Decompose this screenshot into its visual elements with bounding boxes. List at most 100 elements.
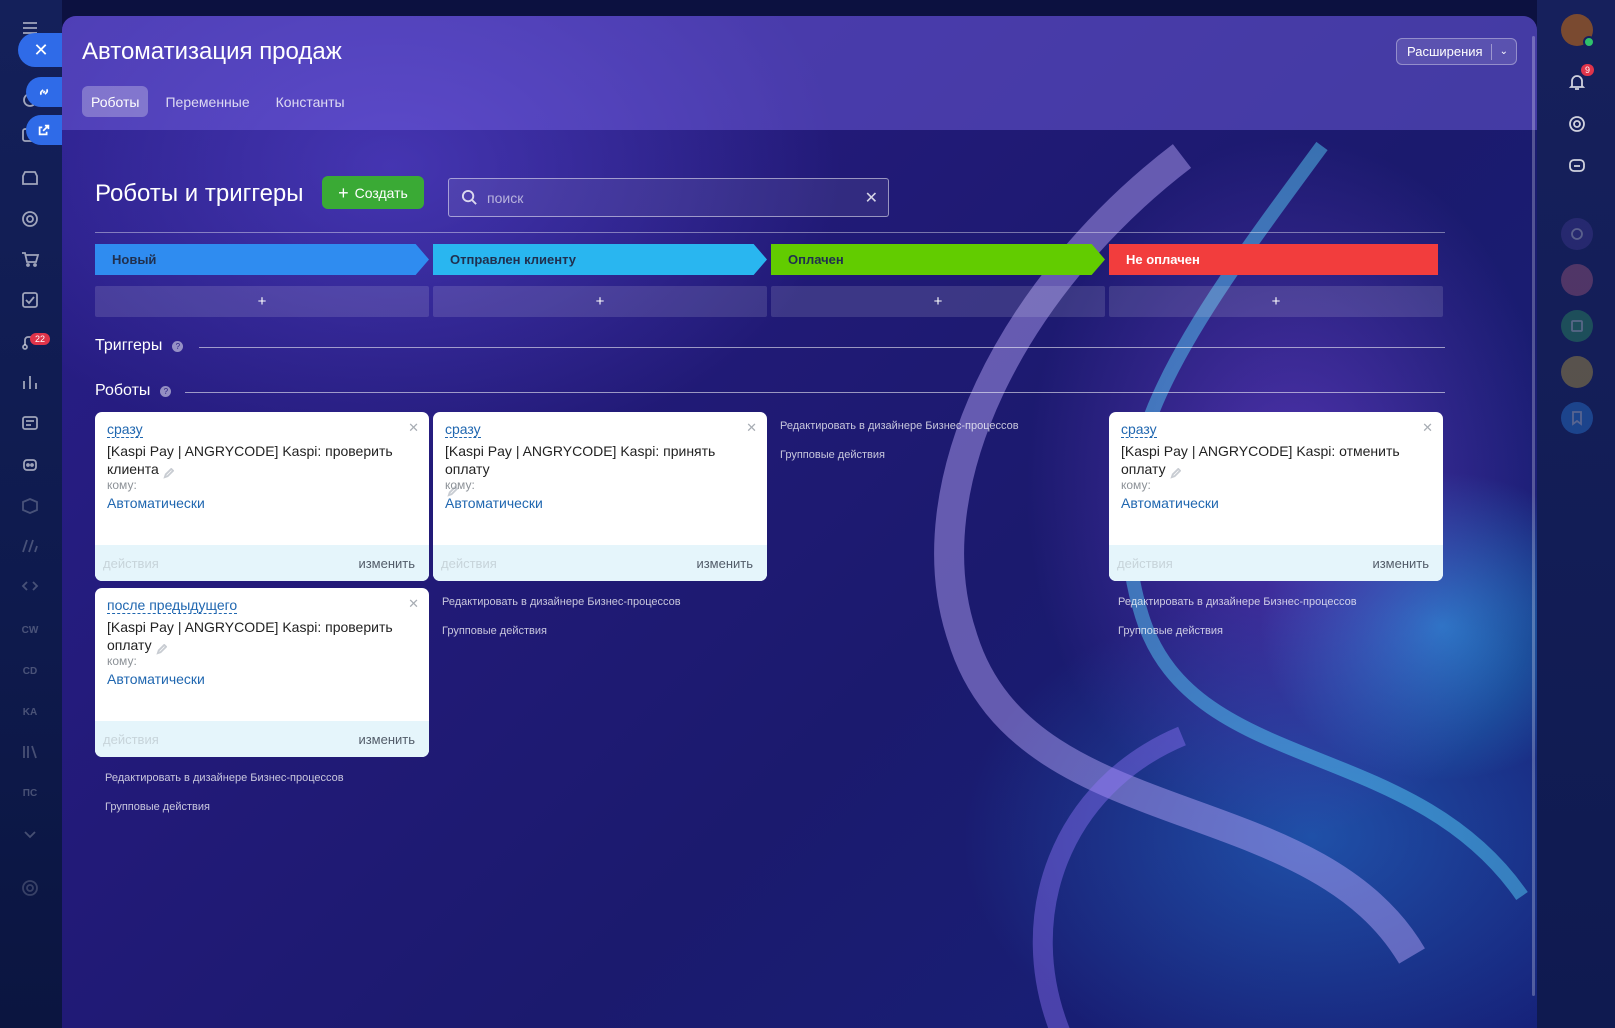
group-actions-link[interactable]: Групповые действия — [105, 801, 210, 813]
app-ka-icon[interactable]: KA — [18, 700, 42, 724]
divider — [199, 347, 1445, 348]
tasks-icon[interactable] — [18, 288, 42, 312]
create-button[interactable]: + Создать — [322, 176, 424, 209]
edit-in-designer-link[interactable]: Редактировать в дизайнере Бизнес-процесс… — [442, 596, 681, 608]
app-cw-icon[interactable]: CW — [18, 618, 42, 642]
pencil-icon[interactable] — [1169, 465, 1181, 479]
add-robot-button[interactable]: + — [771, 286, 1105, 317]
robot-card-footer: действия изменить — [95, 545, 429, 581]
recipient-value: Автоматически — [107, 671, 205, 687]
open-line-icon[interactable] — [1561, 218, 1593, 250]
recipient-label: кому: — [107, 654, 137, 668]
store-icon[interactable] — [18, 166, 42, 190]
recipient-value: Автоматически — [445, 495, 543, 511]
help-icon[interactable]: ? — [172, 340, 184, 352]
help-icon[interactable]: ? — [160, 385, 172, 397]
group-actions-link[interactable]: Групповые действия — [442, 625, 547, 637]
link-icon — [39, 88, 49, 96]
tab-variables[interactable]: Переменные — [156, 86, 258, 117]
robot-delay-link[interactable]: сразу — [107, 422, 143, 438]
user-avatar[interactable] — [1561, 14, 1595, 48]
add-robot-button[interactable]: + — [95, 286, 429, 317]
code-icon[interactable] — [18, 574, 42, 598]
bookmark-icon[interactable] — [1561, 402, 1593, 434]
open-new-window-button[interactable] — [26, 115, 62, 145]
robot-name-text: [Kaspi Pay | ANGRYCODE] Kaspi: проверить… — [107, 443, 393, 477]
left-app-rail: 22 CW CD KA ПС — [0, 0, 62, 1028]
robot-delay-link[interactable]: сразу — [445, 422, 481, 438]
panel-header: Автоматизация продаж Расширения ⌄ Роботы… — [62, 16, 1537, 130]
edit-in-designer-link[interactable]: Редактировать в дизайнере Бизнес-процесс… — [1118, 596, 1357, 608]
robot-actions-link[interactable]: действия — [1117, 556, 1173, 571]
robot-name: [Kaspi Pay | ANGRYCODE] Kaspi: проверить… — [107, 442, 423, 479]
robot-card[interactable]: сразу ✕ [Kaspi Pay | ANGRYCODE] Kaspi: п… — [433, 412, 767, 581]
library-icon[interactable] — [18, 740, 42, 764]
delete-robot-icon[interactable]: ✕ — [1422, 420, 1433, 436]
robot-delay-link[interactable]: после предыдущего — [107, 598, 238, 614]
robot-edit-link[interactable]: изменить — [1372, 556, 1429, 571]
delete-robot-icon[interactable]: ✕ — [408, 596, 419, 612]
robot-actions-link[interactable]: действия — [441, 556, 497, 571]
robot-card[interactable]: после предыдущего ✕ [Kaspi Pay | ANGRYCO… — [95, 588, 429, 757]
stage-sent-to-client: Отправлен клиенту — [433, 244, 767, 275]
triggers-label: Триггеры — [95, 337, 163, 354]
robots-label: Роботы — [95, 382, 151, 399]
bot-icon[interactable] — [18, 452, 42, 476]
tabs: Роботы Переменные Константы — [82, 86, 354, 117]
pencil-icon[interactable] — [155, 641, 167, 655]
close-slider-button[interactable]: ✕ — [18, 33, 64, 67]
stage-paid: Оплачен — [771, 244, 1105, 275]
robot-edit-link[interactable]: изменить — [696, 556, 753, 571]
search-box: ✕ — [448, 178, 889, 217]
recipient-label: кому: — [1121, 478, 1151, 492]
scrollbar[interactable] — [1532, 36, 1535, 996]
group-actions-link[interactable]: Групповые действия — [780, 449, 885, 461]
robot-edit-link[interactable]: изменить — [358, 556, 415, 571]
notifications-badge: 9 — [1581, 64, 1595, 76]
edit-in-designer-link[interactable]: Редактировать в дизайнере Бизнес-процесс… — [780, 420, 1019, 432]
robot-card[interactable]: сразу ✕ [Kaspi Pay | ANGRYCODE] Kaspi: п… — [95, 412, 429, 581]
tab-robots[interactable]: Роботы — [82, 86, 149, 117]
contact-avatar[interactable] — [1561, 264, 1593, 296]
delete-robot-icon[interactable]: ✕ — [746, 420, 757, 436]
chevron-down-icon[interactable] — [18, 822, 42, 846]
copilot-icon[interactable] — [1561, 108, 1593, 140]
robot-card-footer: действия изменить — [1109, 545, 1443, 581]
robot-card-footer: действия изменить — [433, 545, 767, 581]
copy-link-button[interactable] — [26, 77, 62, 107]
app-cd-icon[interactable]: CD — [18, 659, 42, 683]
search-icon — [461, 189, 477, 205]
target-icon[interactable] — [18, 207, 42, 231]
yellow-app-icon[interactable] — [1561, 356, 1593, 388]
box-icon[interactable] — [18, 494, 42, 518]
app-ps-icon[interactable]: ПС — [18, 781, 42, 805]
market-icon[interactable] — [18, 534, 42, 558]
automation-slider-panel: Автоматизация продаж Расширения ⌄ Роботы… — [62, 16, 1537, 1028]
divider — [185, 392, 1445, 393]
group-actions-link[interactable]: Групповые действия — [1118, 625, 1223, 637]
search-input[interactable] — [487, 185, 857, 211]
clear-search-icon[interactable]: ✕ — [865, 188, 878, 208]
delete-robot-icon[interactable]: ✕ — [408, 420, 419, 436]
analytics-icon[interactable] — [18, 370, 42, 394]
tab-constants[interactable]: Константы — [267, 86, 354, 117]
close-icon: ✕ — [33, 39, 49, 60]
add-robot-button[interactable]: + — [433, 286, 767, 317]
robot-delay-link[interactable]: сразу — [1121, 422, 1157, 438]
robot-name: [Kaspi Pay | ANGRYCODE] Kaspi: проверить… — [107, 618, 423, 655]
edit-in-designer-link[interactable]: Редактировать в дизайнере Бизнес-процесс… — [105, 772, 344, 784]
robot-card[interactable]: сразу ✕ [Kaspi Pay | ANGRYCODE] Kaspi: о… — [1109, 412, 1443, 581]
chat-icon[interactable] — [1561, 150, 1593, 182]
sites-icon[interactable] — [18, 411, 42, 435]
extensions-button[interactable]: Расширения ⌄ — [1396, 38, 1517, 65]
pencil-icon[interactable] — [163, 465, 175, 479]
green-app-icon[interactable] — [1561, 310, 1593, 342]
robot-actions-link[interactable]: действия — [103, 732, 159, 747]
triggers-label-row: Триггеры ? — [95, 337, 184, 355]
robot-actions-link[interactable]: действия — [103, 556, 159, 571]
robot-edit-link[interactable]: изменить — [358, 732, 415, 747]
add-robot-button[interactable]: + — [1109, 286, 1443, 317]
divider — [95, 232, 1445, 233]
settings-gear-icon[interactable] — [18, 876, 42, 900]
cart-icon[interactable] — [18, 247, 42, 271]
